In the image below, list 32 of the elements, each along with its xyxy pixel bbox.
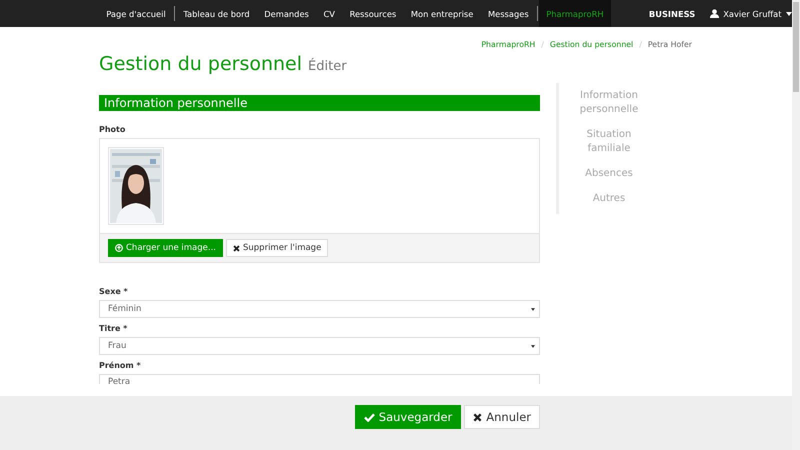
select-field[interactable]: Frau [99, 337, 540, 355]
nav-link[interactable]: Mon entreprise [404, 0, 481, 27]
nav-link[interactable]: Page d'accueil [99, 0, 174, 27]
upload-icon [115, 244, 123, 252]
input-field[interactable]: Petra [99, 374, 540, 384]
nav-link[interactable]: Ressources [342, 0, 404, 27]
user-menu[interactable]: Xavier Gruffat [710, 8, 792, 18]
close-icon [473, 412, 482, 422]
cancel-button[interactable]: Annuler [464, 405, 540, 429]
close-icon [233, 244, 240, 252]
caret-icon [531, 344, 535, 348]
check-icon [364, 412, 375, 422]
nav-link[interactable]: CV [316, 0, 342, 27]
field-label: Prénom * [99, 361, 142, 370]
page-subtitle: Éditer [308, 59, 347, 74]
brand-label: BUSINESS [648, 8, 696, 18]
nav-link[interactable]: Demandes [256, 0, 316, 27]
section-header: Information personnelle [99, 95, 540, 111]
caret-icon [786, 12, 792, 16]
delete-image-button[interactable]: Supprimer l'image [226, 239, 328, 257]
save-button[interactable]: Sauvegarder [354, 405, 462, 429]
upload-button[interactable]: Charger une image... [108, 239, 223, 257]
nav-link[interactable]: Messages [480, 0, 536, 27]
field-label: Sexe * [99, 287, 129, 296]
caret-icon [531, 308, 535, 310]
nav-link[interactable]: Tableau de bord [176, 0, 257, 27]
nav-link[interactable]: PharmaproRH [538, 0, 611, 27]
page-title: Gestion du personnel [99, 53, 302, 75]
select-field[interactable]: Féminin [99, 300, 540, 318]
field-label: Titre * [99, 324, 128, 333]
user-icon [710, 9, 720, 18]
field-label: Photo [99, 125, 126, 134]
